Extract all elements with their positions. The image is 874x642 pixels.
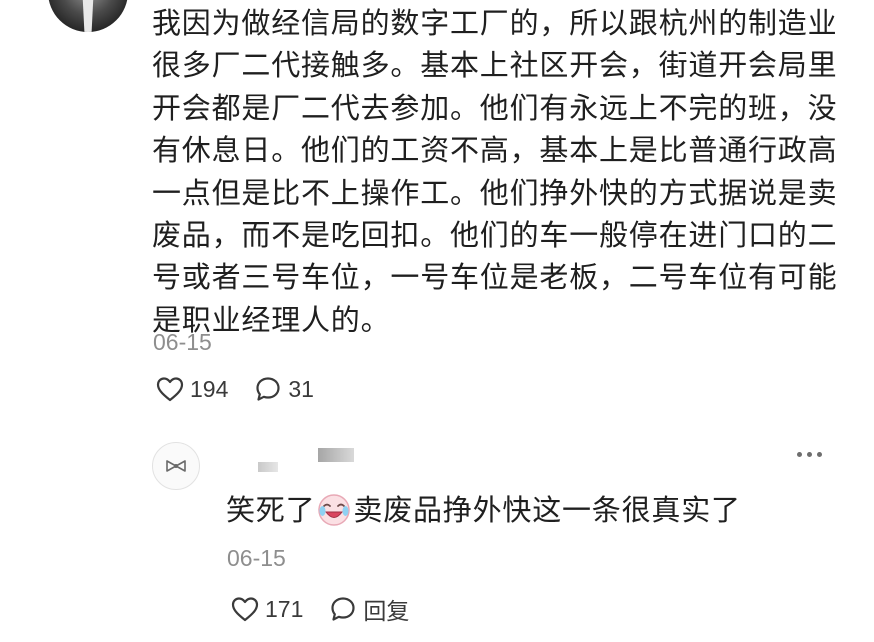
reply-date: 06-15 — [227, 545, 286, 571]
three-dots-icon[interactable] — [797, 452, 827, 457]
heart-outline-icon — [231, 597, 259, 622]
bow-icon — [166, 460, 186, 472]
redacted-block — [318, 448, 354, 462]
reply-text-start: 笑死了 — [226, 493, 316, 527]
post-comment-count: 31 — [288, 375, 314, 402]
author-avatar[interactable] — [48, 0, 128, 32]
reply-like-count: 171 — [265, 595, 304, 622]
post-date: 06-15 — [153, 329, 212, 355]
post-actions: 194 31 — [156, 375, 340, 403]
speech-bubble-icon — [331, 597, 355, 621]
speech-bubble-icon — [256, 377, 280, 401]
dot — [807, 452, 812, 457]
post-comment-button[interactable]: 31 — [254, 375, 314, 403]
avatar-shirt — [82, 0, 94, 32]
reply-text-end: 卖废品挣外快这一条很真实了 — [353, 493, 741, 527]
reply-button-label: 回复 — [363, 598, 410, 624]
heart-outline-icon — [156, 377, 184, 402]
dot — [817, 452, 822, 457]
reply-text: 笑死了 卖废品挣外快这一条很真实了 — [226, 490, 741, 530]
reply-actions: 171 回复 — [231, 592, 435, 626]
post-text: 我因为做经信局的数字工厂的，所以跟杭州的制造业很多厂二代接触多。基本上社区开会，… — [152, 6, 838, 337]
reply-like-button[interactable]: 171 — [231, 596, 303, 623]
reply-avatar[interactable] — [152, 442, 200, 490]
crying-laughing-face-icon — [318, 494, 351, 526]
post-like-count: 194 — [190, 375, 229, 402]
redacted-block — [258, 462, 278, 472]
post-like-button[interactable]: 194 — [156, 376, 228, 403]
dot — [797, 452, 802, 457]
reply-username-redacted[interactable] — [258, 446, 358, 476]
reply-button[interactable]: 回复 — [329, 592, 409, 626]
